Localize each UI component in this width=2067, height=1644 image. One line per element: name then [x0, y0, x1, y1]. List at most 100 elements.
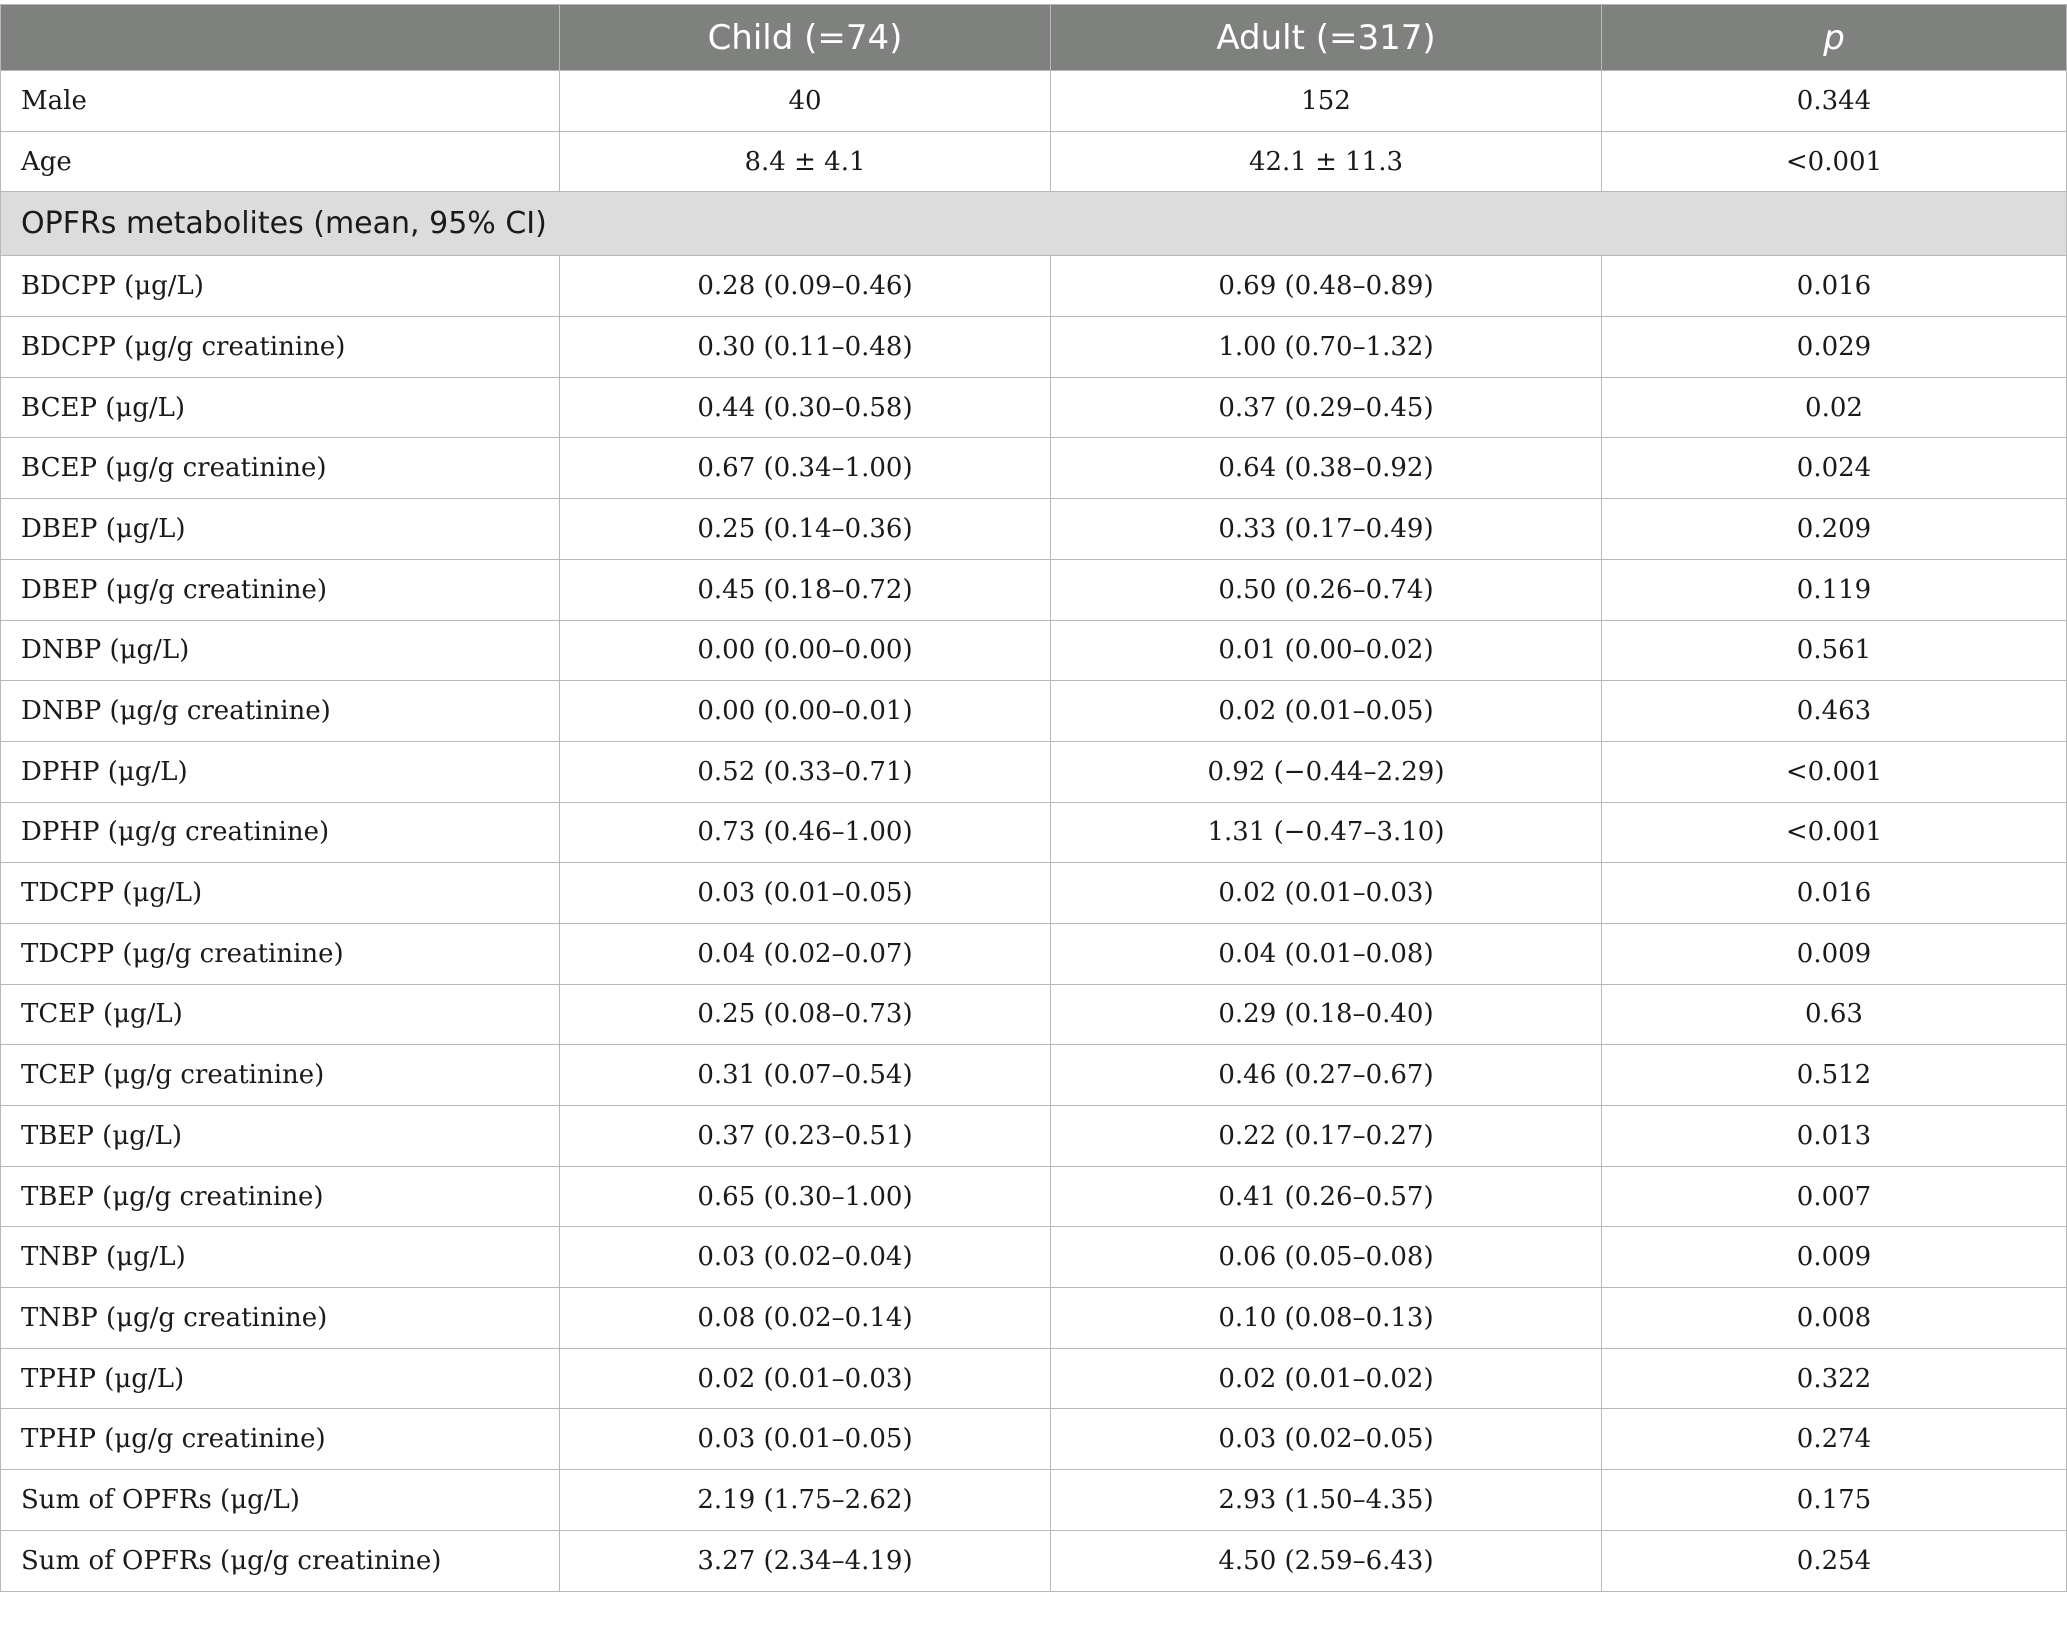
- p-value: 0.512: [1601, 1044, 2067, 1106]
- p-value: <0.001: [1601, 801, 2067, 864]
- p-value: 0.02: [1601, 376, 2067, 439]
- row-label: BCEP (μg/L): [0, 376, 560, 439]
- adult-value: 0.92 (−0.44–2.29): [1050, 740, 1602, 803]
- p-value: 0.175: [1601, 1469, 2067, 1531]
- header-row: Child (=74) Adult (=317) p: [0, 4, 2067, 71]
- row-label: TNBP (μg/g creatinine): [0, 1287, 560, 1349]
- child-value: 0.25 (0.14–0.36): [559, 498, 1051, 560]
- table-row: DPHP (μg/L) 0.52 (0.33–0.71) 0.92 (−0.44–2…: [0, 740, 2067, 803]
- header-cell-label: [0, 4, 560, 71]
- row-label: Sum of OPFRs (μg/L): [0, 1469, 560, 1531]
- child-value: 2.19 (1.75–2.62): [559, 1469, 1051, 1531]
- table-row: TBEP (μg/g creatinine) 0.65 (0.30–1.00) 0.…: [0, 1165, 2067, 1228]
- table-row: BDCPP (μg/L) 0.28 (0.09–0.46) 0.69 (0.48–0…: [0, 255, 2067, 318]
- p-value: <0.001: [1601, 130, 2067, 193]
- row-label: DBEP (μg/g creatinine): [0, 558, 560, 621]
- child-value: 0.31 (0.07–0.54): [559, 1044, 1051, 1106]
- adult-value: 0.64 (0.38–0.92): [1050, 437, 1602, 500]
- data-table-container: Child (=74) Adult (=317) p Male 40 152 0…: [0, 4, 2067, 1592]
- row-label: BCEP (μg/g creatinine): [0, 437, 560, 500]
- row-label: TPHP (μg/L): [0, 1347, 560, 1410]
- p-value: 0.013: [1601, 1105, 2067, 1167]
- row-label: TDCPP (μg/L): [0, 862, 560, 924]
- child-value: 0.52 (0.33–0.71): [559, 740, 1051, 803]
- row-label: TCEP (μg/g creatinine): [0, 1044, 560, 1106]
- child-value: 0.03 (0.02–0.04): [559, 1226, 1051, 1289]
- adult-value: 0.02 (0.01–0.02): [1050, 1347, 1602, 1410]
- child-value: 0.08 (0.02–0.14): [559, 1287, 1051, 1349]
- table-row: TCEP (μg/g creatinine) 0.31 (0.07–0.54) 0.…: [0, 1044, 2067, 1106]
- p-value: 0.561: [1601, 619, 2067, 682]
- child-value: 0.30 (0.11–0.48): [559, 316, 1051, 378]
- p-value: 0.119: [1601, 558, 2067, 621]
- row-label: Sum of OPFRs (μg/g creatinine): [0, 1529, 560, 1592]
- adult-value: 0.02 (0.01–0.05): [1050, 680, 1602, 742]
- table-row: BDCPP (μg/g creatinine) 0.30 (0.11–0.48) 1…: [0, 316, 2067, 378]
- child-value: 0.04 (0.02–0.07): [559, 922, 1051, 985]
- child-value: 0.44 (0.30–0.58): [559, 376, 1051, 439]
- child-value: 0.02 (0.01–0.03): [559, 1347, 1051, 1410]
- adult-value: 0.41 (0.26–0.57): [1050, 1165, 1602, 1228]
- row-label: TBEP (μg/L): [0, 1105, 560, 1167]
- row-label: TDCPP (μg/g creatinine): [0, 922, 560, 985]
- row-label: TNBP (μg/L): [0, 1226, 560, 1289]
- adult-value: 0.37 (0.29–0.45): [1050, 376, 1602, 439]
- p-value: 0.029: [1601, 316, 2067, 378]
- table-row: Male 40 152 0.344: [0, 70, 2067, 132]
- table-row: Sum of OPFRs (μg/g creatinine) 3.27 (2.34…: [0, 1529, 2067, 1592]
- table-row: TDCPP (μg/L) 0.03 (0.01–0.05) 0.02 (0.01–0…: [0, 862, 2067, 924]
- table-row: DNBP (μg/g creatinine) 0.00 (0.00–0.01) 0.…: [0, 680, 2067, 742]
- adult-value: 0.03 (0.02–0.05): [1050, 1408, 1602, 1471]
- table-row: DBEP (μg/L) 0.25 (0.14–0.36) 0.33 (0.17–0.…: [0, 498, 2067, 560]
- adult-value: 0.50 (0.26–0.74): [1050, 558, 1602, 621]
- adult-value: 4.50 (2.59–6.43): [1050, 1529, 1602, 1592]
- row-label: Age: [0, 130, 560, 193]
- header-cell-child: Child (=74): [559, 4, 1051, 71]
- child-value: 0.28 (0.09–0.46): [559, 255, 1051, 318]
- p-value: 0.016: [1601, 862, 2067, 924]
- child-value: 0.37 (0.23–0.51): [559, 1105, 1051, 1167]
- table-row: TPHP (μg/L) 0.02 (0.01–0.03) 0.02 (0.01–0.…: [0, 1347, 2067, 1410]
- adult-value: 42.1 ± 11.3: [1050, 130, 1602, 193]
- adult-value: 0.06 (0.05–0.08): [1050, 1226, 1602, 1289]
- section-row: OPFRs metabolites (mean, 95% CI): [0, 191, 2067, 257]
- adult-value: 152: [1050, 70, 1602, 132]
- p-value: 0.009: [1601, 1226, 2067, 1289]
- p-value: 0.007: [1601, 1165, 2067, 1228]
- adult-value: 0.22 (0.17–0.27): [1050, 1105, 1602, 1167]
- child-value: 0.03 (0.01–0.05): [559, 1408, 1051, 1471]
- child-value: 0.00 (0.00–0.00): [559, 619, 1051, 682]
- row-label: TPHP (μg/g creatinine): [0, 1408, 560, 1471]
- row-label: TCEP (μg/L): [0, 983, 560, 1046]
- table-row: TBEP (μg/L) 0.37 (0.23–0.51) 0.22 (0.17–0.…: [0, 1105, 2067, 1167]
- table-row: TPHP (μg/g creatinine) 0.03 (0.01–0.05) 0.…: [0, 1408, 2067, 1471]
- row-label: DNBP (μg/g creatinine): [0, 680, 560, 742]
- row-label: DPHP (μg/L): [0, 740, 560, 803]
- row-label: BDCPP (μg/L): [0, 255, 560, 318]
- child-value: 0.65 (0.30–1.00): [559, 1165, 1051, 1228]
- table-row: Sum of OPFRs (μg/L) 2.19 (1.75–2.62) 2.93 …: [0, 1469, 2067, 1531]
- adult-value: 0.10 (0.08–0.13): [1050, 1287, 1602, 1349]
- child-value: 40: [559, 70, 1051, 132]
- p-value: 0.008: [1601, 1287, 2067, 1349]
- adult-value: 0.33 (0.17–0.49): [1050, 498, 1602, 560]
- adult-value: 0.04 (0.01–0.08): [1050, 922, 1602, 985]
- child-value: 3.27 (2.34–4.19): [559, 1529, 1051, 1592]
- adult-value: 1.31 (−0.47–3.10): [1050, 801, 1602, 864]
- adult-value: 0.01 (0.00–0.02): [1050, 619, 1602, 682]
- table-row: DNBP (μg/L) 0.00 (0.00–0.00) 0.01 (0.00–0.…: [0, 619, 2067, 682]
- p-value: 0.63: [1601, 983, 2067, 1046]
- p-value: 0.016: [1601, 255, 2067, 318]
- p-value: 0.322: [1601, 1347, 2067, 1410]
- row-label: Male: [0, 70, 560, 132]
- table-row: TDCPP (μg/g creatinine) 0.04 (0.02–0.07) 0…: [0, 922, 2067, 985]
- table-row: TNBP (μg/L) 0.03 (0.02–0.04) 0.06 (0.05–0.…: [0, 1226, 2067, 1289]
- p-value: 0.009: [1601, 922, 2067, 985]
- row-label: DPHP (μg/g creatinine): [0, 801, 560, 864]
- table-row: BCEP (μg/g creatinine) 0.67 (0.34–1.00) 0.…: [0, 437, 2067, 500]
- row-label: DBEP (μg/L): [0, 498, 560, 560]
- adult-value: 0.69 (0.48–0.89): [1050, 255, 1602, 318]
- p-value: 0.209: [1601, 498, 2067, 560]
- p-value: 0.024: [1601, 437, 2067, 500]
- child-value: 8.4 ± 4.1: [559, 130, 1051, 193]
